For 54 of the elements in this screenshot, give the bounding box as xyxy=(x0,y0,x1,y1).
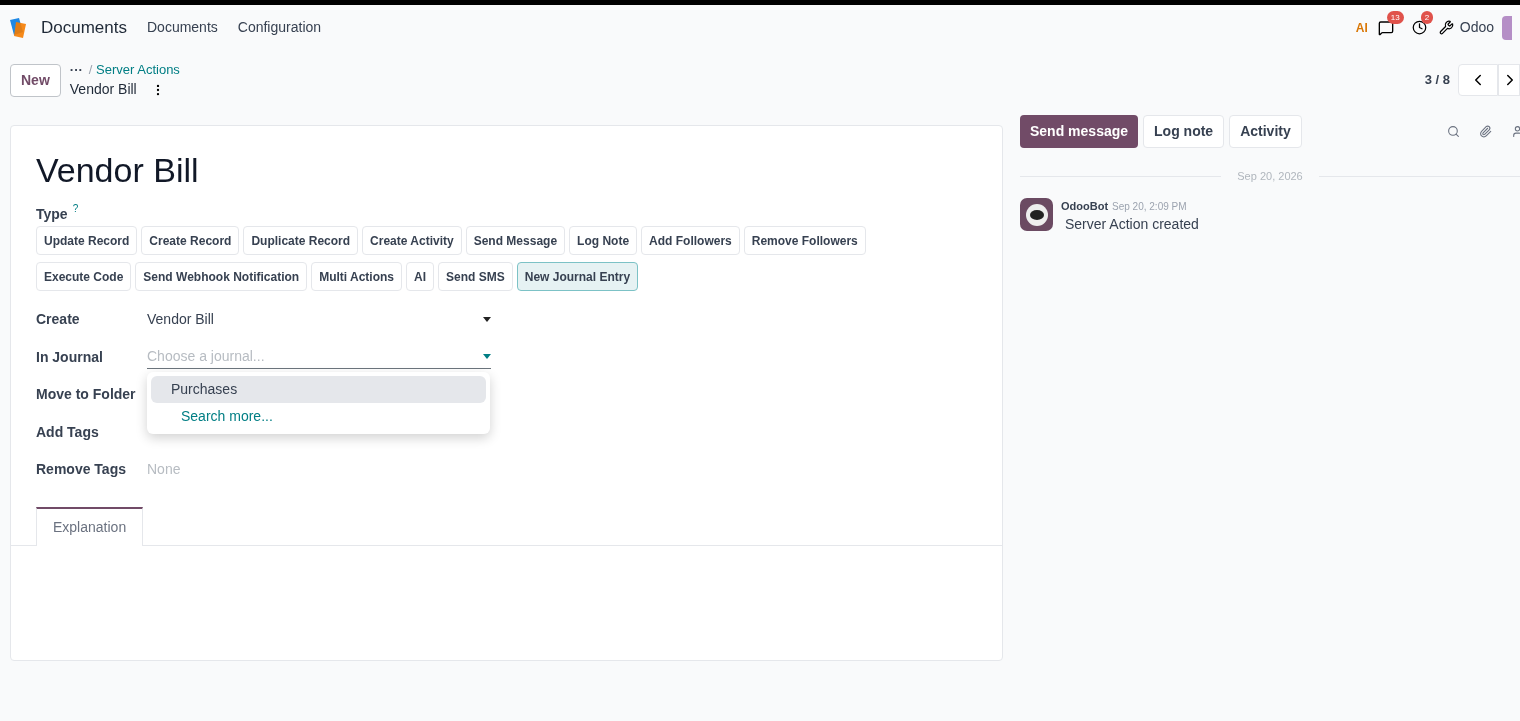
menu-item[interactable]: Documents xyxy=(147,17,218,38)
date-separator: Sep 20, 2026 xyxy=(1236,169,1304,184)
pager-counter[interactable]: 3 / 8 xyxy=(1424,70,1450,90)
field-label: Create xyxy=(36,310,81,330)
type-option-button[interactable]: Create Activity xyxy=(362,226,462,255)
chatter-button[interactable]: Activity xyxy=(1229,115,1302,148)
search-icon[interactable] xyxy=(1447,125,1460,138)
field-label: Move to Folder xyxy=(36,385,137,405)
message-count-badge: 13 xyxy=(1386,10,1404,24)
type-option-button[interactable]: Send SMS xyxy=(438,262,513,291)
caret-icon xyxy=(483,316,491,322)
field-label: Add Tags xyxy=(36,422,100,442)
message-time: Sep 20, 2:09 PM xyxy=(1112,199,1187,214)
caret-icon xyxy=(483,354,491,360)
dropdown-item[interactable]: Purchases xyxy=(151,375,486,403)
message-author[interactable]: OdooBot xyxy=(1061,197,1109,214)
search-more-link[interactable]: Search more... xyxy=(151,402,486,430)
type-option-button[interactable]: Log Note xyxy=(569,226,638,255)
type-option-button[interactable]: New Journal Entry xyxy=(516,262,639,291)
app-name[interactable]: Documents xyxy=(41,14,127,41)
type-option-button[interactable]: Remove Followers xyxy=(743,226,866,255)
new-button[interactable]: New xyxy=(10,63,61,97)
type-option-button[interactable]: Add Followers xyxy=(641,226,740,255)
help-tooltip[interactable]: ? xyxy=(72,201,79,216)
bot-avatar-icon xyxy=(1020,197,1053,231)
notebook-tab[interactable]: Explanation xyxy=(36,506,144,546)
company-name[interactable]: Odoo xyxy=(1459,17,1494,38)
field-label: Type xyxy=(36,205,68,224)
chatter-button[interactable]: Log note xyxy=(1143,115,1225,148)
type-option-button[interactable]: Execute Code xyxy=(36,262,132,291)
type-option-button[interactable]: Duplicate Record xyxy=(243,226,359,255)
type-option-button[interactable]: AI xyxy=(406,262,435,291)
type-option-button[interactable]: Create Record xyxy=(141,226,240,255)
activity-clock-icon[interactable] xyxy=(1411,20,1427,35)
next-button[interactable] xyxy=(1498,64,1520,96)
tools-icon[interactable] xyxy=(1438,20,1454,35)
message-body: Server Action created xyxy=(1065,215,1199,234)
type-option-button[interactable]: Multi Actions xyxy=(311,262,403,291)
type-option-button[interactable]: Update Record xyxy=(36,226,138,255)
paperclip-icon[interactable] xyxy=(1479,125,1492,138)
field-label: Remove Tags xyxy=(36,460,127,480)
select-field[interactable]: Vendor Bill xyxy=(147,307,491,332)
breadcrumb-link[interactable]: / Server Actions xyxy=(88,59,180,80)
messages-icon[interactable] xyxy=(1377,19,1394,36)
user-avatar[interactable] xyxy=(1502,15,1512,40)
menu-item[interactable]: Configuration xyxy=(237,17,322,38)
field-label: In Journal xyxy=(36,347,104,367)
type-option-button[interactable]: Send Message xyxy=(465,226,566,255)
type-option-button[interactable]: Send Webhook Notification xyxy=(135,262,308,291)
activity-count-badge: 2 xyxy=(1420,11,1434,24)
breadcrumb-current: Vendor Bill xyxy=(69,80,137,100)
chatter-button[interactable]: Send message xyxy=(1020,115,1139,148)
record-title: Vendor Bill xyxy=(36,150,200,191)
breadcrumb-ellipsis[interactable]: ··· xyxy=(69,59,83,80)
